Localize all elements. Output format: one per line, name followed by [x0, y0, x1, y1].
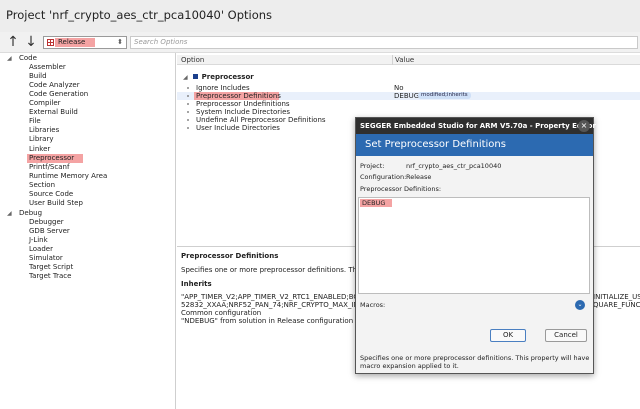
option-value: No — [394, 84, 404, 92]
tree-group-debug[interactable]: Debug — [19, 209, 42, 218]
grid-row-system-include-directories[interactable]: System Include Directories — [177, 108, 640, 116]
project-value: nrf_crypto_aes_ctr_pca10040 — [406, 162, 502, 170]
tree-item-linker[interactable]: Linker — [29, 145, 50, 154]
tree-item-printf-scanf[interactable]: Printf/Scanf — [29, 163, 69, 172]
bullet-icon — [187, 119, 189, 121]
tree-item-compiler[interactable]: Compiler — [29, 99, 61, 108]
bullet-icon — [187, 87, 189, 89]
configuration-value: Release — [58, 38, 86, 46]
tree-item-libraries[interactable]: Libraries — [29, 126, 59, 135]
configuration-value: Release — [406, 173, 432, 181]
definitions-label: Preprocessor Definitions: — [360, 185, 442, 193]
grid-row-preprocessor-definitions[interactable]: Preprocessor Definitions DEBUG modified;… — [177, 92, 640, 100]
tree-item-runtime-memory-area[interactable]: Runtime Memory Area — [29, 172, 107, 181]
configuration-label: Configuration: — [360, 173, 407, 181]
toolbar: ↑ ↓ Release ⬍ Search Options — [0, 32, 640, 53]
dialog-heading: Set Preprocessor Definitions — [365, 139, 506, 150]
project-label: Project: — [360, 162, 385, 170]
tree-item-build[interactable]: Build — [29, 72, 47, 81]
tree-item-target-trace[interactable]: Target Trace — [29, 272, 71, 281]
option-label: System Include Directories — [196, 108, 291, 116]
window-titlebar: Project 'nrf_crypto_aes_ctr_pca10040' Op… — [0, 0, 640, 32]
column-option[interactable]: Option — [181, 56, 204, 64]
search-input[interactable]: Search Options — [130, 36, 638, 49]
inherits-line: "NDEBUG" from solution in Release config… — [181, 317, 354, 325]
chevron-down-icon: ⬍ — [117, 38, 123, 46]
section-header[interactable]: ◢ Preprocessor — [183, 73, 254, 81]
window-title: Project 'nrf_crypto_aes_ctr_pca10040' Op… — [6, 8, 273, 22]
dialog-titlebar: SEGGER Embedded Studio for ARM V5.70a - … — [356, 118, 596, 134]
inherits-line: INITIALIZE_USER — [593, 293, 640, 301]
chevron-down-icon[interactable]: ⌄ — [575, 300, 585, 310]
macros-label: Macros: — [360, 301, 386, 309]
cancel-button[interactable]: Cancel — [545, 329, 587, 342]
tree-item-library[interactable]: Library — [29, 135, 53, 144]
inherits-line: "APP_TIMER_V2;APP_TIMER_V2_RTC1_ENABLED;… — [181, 293, 382, 301]
tree-item-assembler[interactable]: Assembler — [29, 63, 66, 72]
configuration-select[interactable]: Release ⬍ — [43, 36, 127, 49]
tree-item-preprocessor[interactable]: Preprocessor — [29, 154, 74, 163]
option-value: DEBUG — [394, 92, 420, 100]
tree-item-source-code[interactable]: Source Code — [29, 190, 73, 199]
tree-item-external-build[interactable]: External Build — [29, 108, 78, 117]
tree-item-file[interactable]: File — [29, 117, 41, 126]
option-label: Preprocessor Definitions — [196, 92, 281, 100]
option-label: Preprocessor Undefinitions — [196, 100, 290, 108]
bullet-icon — [187, 103, 189, 105]
close-icon[interactable]: × — [578, 120, 590, 132]
dialog-footer-text: Specifies one or more preprocessor defin… — [360, 354, 590, 370]
collapse-icon[interactable]: ◢ — [183, 74, 188, 81]
tree-item-simulator[interactable]: Simulator — [29, 254, 63, 263]
tree-item-gdb-server[interactable]: GDB Server — [29, 227, 70, 236]
dialog-header: Set Preprocessor Definitions — [356, 134, 593, 156]
tree-item-code-generation[interactable]: Code Generation — [29, 90, 88, 99]
tree-item-debugger[interactable]: Debugger — [29, 218, 64, 227]
definitions-textarea[interactable]: DEBUG — [358, 197, 590, 294]
bullet-icon — [187, 95, 189, 97]
option-label: Ignore Includes — [196, 84, 250, 92]
options-tree: ◢ Code Assembler Build Code Analyzer Cod… — [0, 53, 176, 409]
tree-group-code[interactable]: Code — [19, 54, 37, 63]
bullet-icon — [187, 127, 189, 129]
inherits-line: Common configuration — [181, 309, 262, 317]
column-value[interactable]: Value — [395, 56, 414, 64]
tree-item-j-link[interactable]: J-Link — [29, 236, 48, 245]
status-badge: modified;inherits — [418, 92, 471, 99]
tree-item-section[interactable]: Section — [29, 181, 55, 190]
definitions-value: DEBUG — [362, 199, 386, 207]
description-title: Preprocessor Definitions — [181, 252, 279, 260]
section-icon — [192, 74, 198, 79]
tree-item-target-script[interactable]: Target Script — [29, 263, 73, 272]
grid-row-preprocessor-undefinitions[interactable]: Preprocessor Undefinitions — [177, 100, 640, 108]
tree-item-code-analyzer[interactable]: Code Analyzer — [29, 81, 80, 90]
inherits-line: QUARE_FUNC=0 — [593, 301, 640, 309]
bullet-icon — [187, 111, 189, 113]
option-label: User Include Directories — [196, 124, 280, 132]
option-label: Undefine All Preprocessor Definitions — [196, 116, 326, 124]
grid-row-ignore-includes[interactable]: Ignore Includes No — [177, 84, 640, 92]
configuration-grid-icon — [47, 39, 54, 46]
arrow-down-icon[interactable]: ↓ — [24, 35, 38, 49]
inherits-label: Inherits — [181, 280, 212, 288]
inherits-line: 52832_XXAA;NRF52_PAN_74;NRF_CRYPTO_MAX_I… — [181, 301, 382, 309]
collapse-icon[interactable]: ◢ — [7, 209, 12, 218]
tree-item-loader[interactable]: Loader — [29, 245, 53, 254]
column-separator[interactable] — [392, 55, 393, 65]
dialog-title: SEGGER Embedded Studio for ARM V5.70a - … — [360, 122, 596, 130]
collapse-icon[interactable]: ◢ — [7, 54, 12, 63]
search-placeholder: Search Options — [134, 38, 188, 46]
property-editor-dialog: SEGGER Embedded Studio for ARM V5.70a - … — [355, 117, 596, 374]
grid-header: Option Value — [177, 55, 640, 65]
tree-item-user-build-step[interactable]: User Build Step — [29, 199, 83, 208]
arrow-up-icon[interactable]: ↑ — [6, 35, 20, 49]
section-title: Preprocessor — [201, 73, 254, 81]
ok-button[interactable]: OK — [490, 329, 526, 342]
